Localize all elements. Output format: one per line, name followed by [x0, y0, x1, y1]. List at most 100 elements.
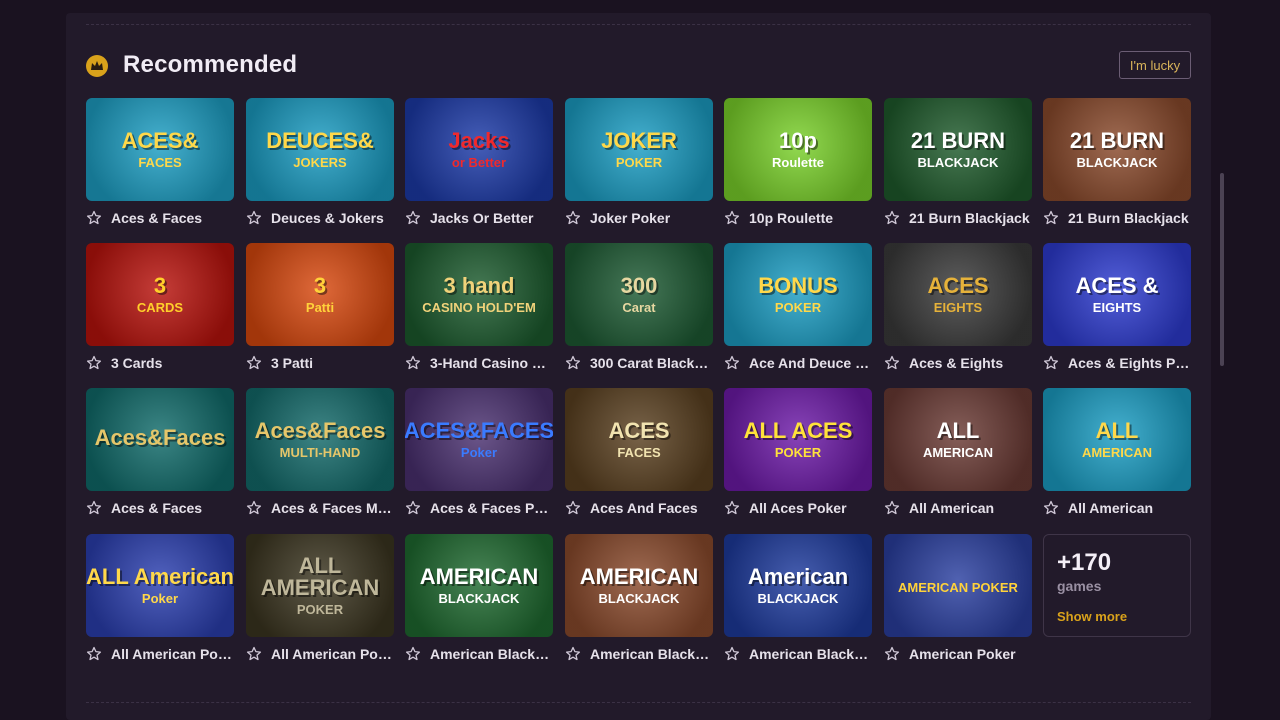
game-thumbnail[interactable]: Jacks or Better — [405, 98, 553, 201]
game-title[interactable]: Aces & Faces — [111, 210, 202, 226]
game-card[interactable]: ACES& FACES Aces & Faces — [86, 98, 234, 233]
game-thumbnail[interactable]: Aces&Faces MULTI-HAND — [246, 388, 394, 491]
game-card[interactable]: 3 handCASINO HOLD'EM 3-Hand Casino Hold'e… — [405, 243, 553, 378]
favorite-star-icon[interactable] — [724, 210, 740, 226]
game-title[interactable]: Aces & Eights — [909, 355, 1003, 371]
game-title[interactable]: 300 Carat Blackjack — [590, 355, 712, 371]
game-title[interactable]: American Blackjack — [749, 646, 871, 662]
game-card[interactable]: Aces&Faces Aces & Faces — [86, 388, 234, 523]
game-card[interactable]: AMERICAN BLACKJACK American Blackjack — [405, 534, 553, 669]
game-card[interactable]: ACES EIGHTS Aces & Eights — [884, 243, 1032, 378]
game-thumbnail[interactable]: 3 CARDS — [86, 243, 234, 346]
game-thumbnail[interactable]: JOKER POKER — [565, 98, 713, 201]
game-thumbnail[interactable]: 3 hand CASINO HOLD'EM — [405, 243, 553, 346]
favorite-star-icon[interactable] — [884, 646, 900, 662]
game-card[interactable]: AMERICAN BLACKJACK American Blackjack — [565, 534, 713, 669]
game-title[interactable]: American Blackjack — [590, 646, 712, 662]
game-title[interactable]: 3 Cards — [111, 355, 162, 371]
favorite-star-icon[interactable] — [246, 646, 262, 662]
game-card[interactable]: ACES &EIGHTS Aces & Eights Poker — [1043, 243, 1191, 378]
favorite-star-icon[interactable] — [1043, 500, 1059, 516]
game-thumbnail[interactable]: ACES FACES — [565, 388, 713, 491]
game-card[interactable]: ACES FACES Aces And Faces — [565, 388, 713, 523]
game-card[interactable]: ALL AMERICAN POKER All American Poker — [246, 534, 394, 669]
favorite-star-icon[interactable] — [246, 500, 262, 516]
game-card[interactable]: BONUSPOKER Ace And Deuce Bonus Poker — [724, 243, 872, 378]
game-thumbnail[interactable]: ACES & EIGHTS — [1043, 243, 1191, 346]
game-thumbnail[interactable]: AMERICAN BLACKJACK — [405, 534, 553, 637]
game-thumbnail[interactable]: BONUS POKER — [724, 243, 872, 346]
game-title[interactable]: Ace And Deuce Bonus Poker — [749, 355, 871, 371]
favorite-star-icon[interactable] — [1043, 210, 1059, 226]
im-lucky-button[interactable]: I'm lucky — [1119, 51, 1191, 79]
game-thumbnail[interactable]: American BLACKJACK — [724, 534, 872, 637]
game-title[interactable]: All American Poker — [111, 646, 233, 662]
game-thumbnail[interactable]: AMERICAN POKER — [884, 534, 1032, 637]
game-title[interactable]: 21 Burn Blackjack — [1068, 210, 1189, 226]
game-thumbnail[interactable]: 300 Carat — [565, 243, 713, 346]
game-thumbnail[interactable]: ACES&FACES Poker — [405, 388, 553, 491]
game-card[interactable]: JOKER POKER Joker Poker — [565, 98, 713, 233]
game-thumbnail[interactable]: ALL AMERICAN — [884, 388, 1032, 491]
game-thumbnail[interactable]: DEUCES& JOKERS — [246, 98, 394, 201]
favorite-star-icon[interactable] — [724, 500, 740, 516]
game-card[interactable]: DEUCES& JOKERS Deuces & Jokers — [246, 98, 394, 233]
game-card[interactable]: ALL ACES POKER All Aces Poker — [724, 388, 872, 523]
game-thumbnail[interactable]: AMERICAN BLACKJACK — [565, 534, 713, 637]
favorite-star-icon[interactable] — [86, 500, 102, 516]
favorite-star-icon[interactable] — [405, 646, 421, 662]
game-thumbnail[interactable]: ACES& FACES — [86, 98, 234, 201]
game-thumbnail[interactable]: 10p Roulette — [724, 98, 872, 201]
favorite-star-icon[interactable] — [86, 210, 102, 226]
favorite-star-icon[interactable] — [565, 355, 581, 371]
game-card[interactable]: ALL American Poker All American Poker — [86, 534, 234, 669]
game-card[interactable]: Aces&FacesMULTI-HAND Aces & Faces Multi-H… — [246, 388, 394, 523]
favorite-star-icon[interactable] — [565, 210, 581, 226]
game-title[interactable]: 10p Roulette — [749, 210, 833, 226]
game-title[interactable]: Aces & Faces — [111, 500, 202, 516]
favorite-star-icon[interactable] — [565, 500, 581, 516]
game-thumbnail[interactable]: ALL ACES POKER — [724, 388, 872, 491]
game-title[interactable]: All American — [1068, 500, 1153, 516]
favorite-star-icon[interactable] — [724, 646, 740, 662]
game-title[interactable]: Aces & Faces Multi-Hand — [271, 500, 393, 516]
game-card[interactable]: Jacks or Better Jacks Or Better — [405, 98, 553, 233]
game-title[interactable]: Joker Poker — [590, 210, 670, 226]
game-thumbnail[interactable]: ALL American Poker — [86, 534, 234, 637]
game-title[interactable]: All American — [909, 500, 994, 516]
game-title[interactable]: Aces & Eights Poker — [1068, 355, 1190, 371]
game-card[interactable]: AMERICAN POKER American Poker — [884, 534, 1032, 669]
favorite-star-icon[interactable] — [884, 355, 900, 371]
game-thumbnail[interactable]: ALL AMERICAN — [1043, 388, 1191, 491]
game-thumbnail[interactable]: 21 BURN BLACKJACK — [1043, 98, 1191, 201]
game-thumbnail[interactable]: ACES EIGHTS — [884, 243, 1032, 346]
game-card[interactable]: 21 BURN BLACKJACK 21 Burn Blackjack — [1043, 98, 1191, 233]
game-thumbnail[interactable]: ALL AMERICAN POKER — [246, 534, 394, 637]
game-card[interactable]: 21 BURN BLACKJACK 21 Burn Blackjack — [884, 98, 1032, 233]
game-card[interactable]: 10p Roulette 10p Roulette — [724, 98, 872, 233]
game-card[interactable]: American BLACKJACK American Blackjack — [724, 534, 872, 669]
game-card[interactable]: ALL AMERICAN All American — [884, 388, 1032, 523]
game-card[interactable]: ACES&FACES Poker Aces & Faces Poker — [405, 388, 553, 523]
game-title[interactable]: 21 Burn Blackjack — [909, 210, 1030, 226]
game-thumbnail[interactable]: Aces&Faces — [86, 388, 234, 491]
favorite-star-icon[interactable] — [884, 210, 900, 226]
game-title[interactable]: 3-Hand Casino Hold'em — [430, 355, 552, 371]
favorite-star-icon[interactable] — [86, 355, 102, 371]
game-thumbnail[interactable]: 21 BURN BLACKJACK — [884, 98, 1032, 201]
game-title[interactable]: American Poker — [909, 646, 1016, 662]
game-title[interactable]: Jacks Or Better — [430, 210, 534, 226]
game-title[interactable]: All American Poker — [271, 646, 393, 662]
show-more-tile[interactable]: +170 games Show more — [1043, 534, 1191, 637]
favorite-star-icon[interactable] — [405, 210, 421, 226]
game-title[interactable]: Aces & Faces Poker — [430, 500, 552, 516]
favorite-star-icon[interactable] — [246, 210, 262, 226]
favorite-star-icon[interactable] — [405, 355, 421, 371]
game-title[interactable]: American Blackjack — [430, 646, 552, 662]
game-card[interactable]: 3 CARDS 3 Cards — [86, 243, 234, 378]
favorite-star-icon[interactable] — [1043, 355, 1059, 371]
show-more-link[interactable]: Show more — [1057, 609, 1127, 624]
favorite-star-icon[interactable] — [724, 355, 740, 371]
favorite-star-icon[interactable] — [86, 646, 102, 662]
scrollbar-thumb[interactable] — [1220, 173, 1224, 366]
